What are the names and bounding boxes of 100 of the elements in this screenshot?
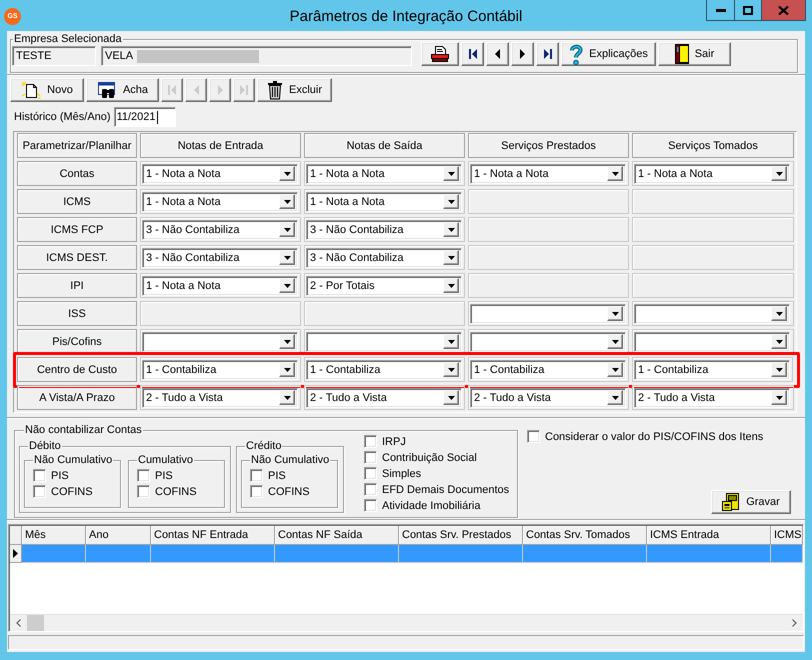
- print-button[interactable]: [421, 42, 459, 66]
- dropdown-button[interactable]: [279, 390, 295, 405]
- dropdown-button[interactable]: [279, 222, 295, 237]
- dropdown[interactable]: 2 - Tudo a Vista: [306, 388, 462, 408]
- checkbox[interactable]: [527, 430, 540, 443]
- checkbox[interactable]: [364, 483, 377, 496]
- dropdown[interactable]: 2 - Tudo a Vista: [634, 388, 790, 408]
- checkbox-label: COFINS: [155, 486, 197, 498]
- text-field[interactable]: TESTE: [12, 46, 96, 66]
- dropdown[interactable]: 1 - Contabiliza: [634, 360, 790, 380]
- dropdown-button[interactable]: [443, 166, 459, 181]
- dropdown[interactable]: 1 - Nota a Nota: [142, 164, 298, 184]
- column-header[interactable]: ICMS: [771, 526, 803, 545]
- dropdown-button[interactable]: [607, 362, 623, 377]
- column-header[interactable]: Mês: [22, 526, 86, 545]
- dropdown[interactable]: 1 - Contabiliza: [306, 360, 462, 380]
- checkbox[interactable]: [364, 435, 377, 448]
- row-indicator-icon: [13, 549, 18, 558]
- checkbox[interactable]: [137, 469, 150, 482]
- close-button[interactable]: [761, 0, 805, 20]
- dropdown[interactable]: 1 - Nota a Nota: [306, 192, 462, 212]
- dropdown[interactable]: 1 - Contabiliza: [142, 360, 298, 380]
- help-button[interactable]: Explicações: [561, 42, 656, 66]
- checkbox[interactable]: [250, 485, 263, 498]
- dropdown-button[interactable]: [607, 334, 623, 349]
- dropdown[interactable]: 1 - Nota a Nota: [142, 276, 298, 296]
- printer-icon: [430, 45, 450, 63]
- checkbox[interactable]: [364, 499, 377, 512]
- dropdown-button[interactable]: [279, 362, 295, 377]
- checkbox[interactable]: [137, 485, 150, 498]
- dropdown-button[interactable]: [279, 166, 295, 181]
- checkbox[interactable]: [33, 469, 46, 482]
- dropdown[interactable]: 1 - Nota a Nota: [306, 164, 462, 184]
- delete-button[interactable]: Excluir: [257, 78, 332, 102]
- column-header[interactable]: Contas Srv. Tomados: [523, 526, 647, 545]
- checkbox-label: PIS: [268, 470, 286, 482]
- dropdown[interactable]: 3 - Não Contabiliza: [306, 248, 462, 268]
- dropdown[interactable]: 3 - Não Contabiliza: [142, 220, 298, 240]
- next-record-button[interactable]: [511, 42, 534, 66]
- text-field[interactable]: VELA: [101, 46, 412, 66]
- dropdown-button[interactable]: [443, 194, 459, 209]
- column-header[interactable]: ICMS Entrada: [647, 526, 771, 545]
- dropdown[interactable]: 2 - Tudo a Vista: [470, 388, 626, 408]
- dropdown-button[interactable]: [771, 362, 787, 377]
- dropdown-button[interactable]: [771, 390, 787, 405]
- first-record-button[interactable]: [461, 42, 484, 66]
- horizontal-scrollbar[interactable]: [10, 614, 803, 631]
- column-header: Notas de Saída: [304, 133, 465, 158]
- caret-down-icon: [284, 284, 290, 288]
- new-button[interactable]: Novo: [10, 78, 84, 102]
- find-button[interactable]: Acha: [86, 78, 159, 102]
- caret-down-icon: [448, 200, 454, 204]
- checkbox-label: IRPJ: [382, 436, 406, 448]
- dropdown-button[interactable]: [443, 278, 459, 293]
- dropdown[interactable]: 1 - Nota a Nota: [142, 192, 298, 212]
- dropdown[interactable]: 1 - Nota a Nota: [634, 164, 790, 184]
- input-field[interactable]: 11/2021: [114, 107, 176, 127]
- dropdown-button[interactable]: [279, 250, 295, 265]
- dropdown-button[interactable]: [279, 194, 295, 209]
- exit-button[interactable]: Sair: [658, 42, 731, 66]
- dropdown[interactable]: [634, 332, 790, 352]
- last-record-button[interactable]: [536, 42, 559, 66]
- caret-down-icon: [284, 368, 290, 372]
- caret-down-icon: [448, 172, 454, 176]
- dropdown[interactable]: 2 - Tudo a Vista: [142, 388, 298, 408]
- previous-record-button[interactable]: [486, 42, 509, 66]
- dropdown-button[interactable]: [279, 278, 295, 293]
- save-button[interactable]: Gravar: [711, 490, 791, 514]
- dropdown-button[interactable]: [443, 250, 459, 265]
- dropdown[interactable]: 3 - Não Contabiliza: [142, 248, 298, 268]
- column-header[interactable]: Contas Srv. Prestados: [399, 526, 523, 545]
- dropdown[interactable]: 3 - Não Contabiliza: [306, 220, 462, 240]
- caret-down-icon: [284, 228, 290, 232]
- dropdown-button[interactable]: [443, 222, 459, 237]
- dropdown[interactable]: 1 - Contabiliza: [470, 360, 626, 380]
- dropdown-button[interactable]: [771, 306, 787, 321]
- column-header[interactable]: Ano: [86, 526, 151, 545]
- dropdown-button[interactable]: [771, 166, 787, 181]
- checkbox-label: COFINS: [268, 486, 310, 498]
- dropdown[interactable]: 2 - Por Totais: [306, 276, 462, 296]
- dropdown-button[interactable]: [607, 306, 623, 321]
- checkbox[interactable]: [33, 485, 46, 498]
- caret-down-icon: [448, 228, 454, 232]
- dropdown-button[interactable]: [443, 390, 459, 405]
- checkbox[interactable]: [364, 467, 377, 480]
- dropdown-button[interactable]: [607, 390, 623, 405]
- column-header[interactable]: Contas NF Entrada: [151, 526, 275, 545]
- dropdown-button[interactable]: [443, 334, 459, 349]
- dropdown[interactable]: 1 - Nota a Nota: [470, 164, 626, 184]
- dropdown-button[interactable]: [279, 334, 295, 349]
- scrollbar-thumb[interactable]: [27, 615, 44, 631]
- triangle-left-icon: [495, 49, 500, 59]
- checkbox[interactable]: [364, 451, 377, 464]
- dropdown[interactable]: [634, 304, 790, 324]
- triangle-left-icon: [194, 85, 198, 95]
- dropdown-button[interactable]: [443, 362, 459, 377]
- dropdown-button[interactable]: [771, 334, 787, 349]
- dropdown-button[interactable]: [607, 166, 623, 181]
- column-header[interactable]: Contas NF Saída: [275, 526, 399, 545]
- checkbox[interactable]: [250, 469, 263, 482]
